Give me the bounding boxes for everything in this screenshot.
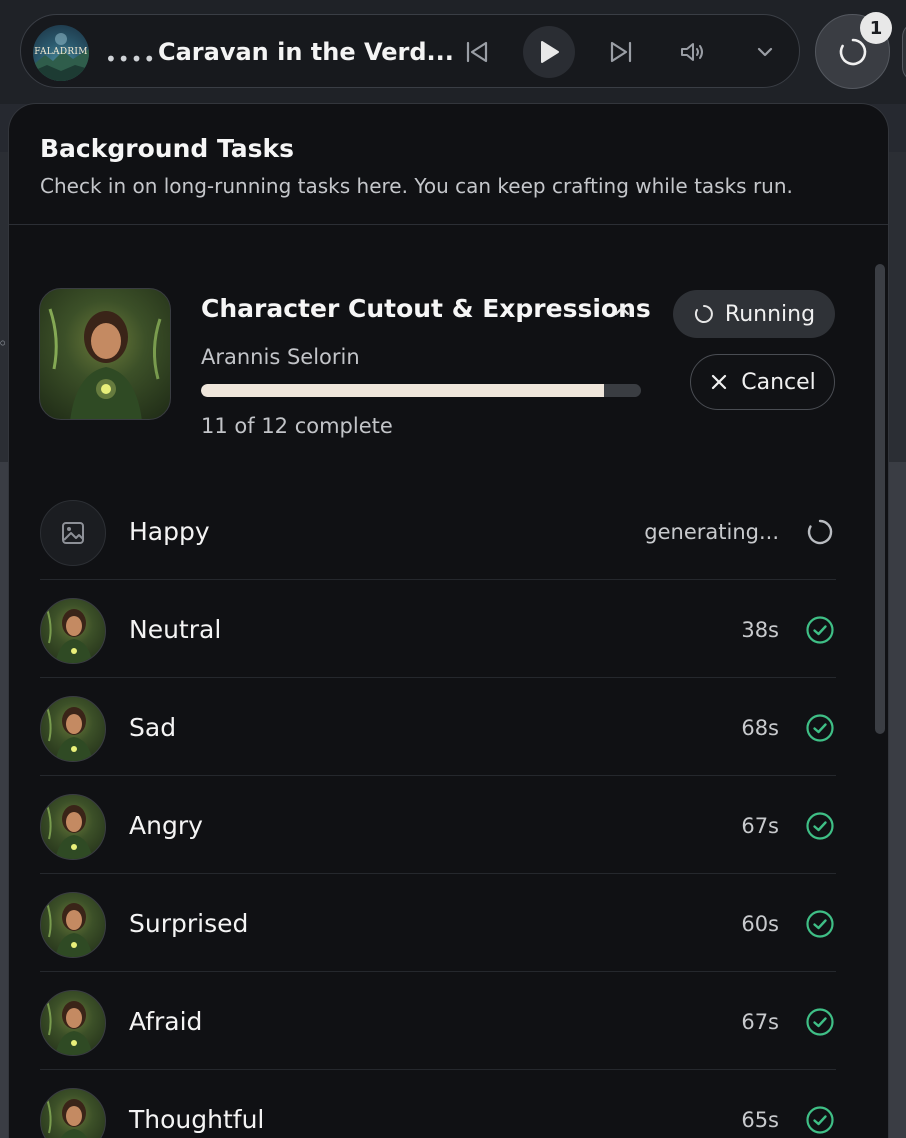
player-dropdown-button[interactable]: [739, 26, 791, 78]
close-icon: [712, 374, 727, 390]
tasks-count-badge: 1: [860, 12, 892, 44]
volume-icon: [681, 43, 703, 61]
cancel-task-button[interactable]: Cancel: [690, 354, 835, 410]
spinner-icon: [839, 38, 866, 65]
expression-name: Angry: [129, 811, 203, 840]
task-owner: Arannis Selorin: [201, 345, 360, 369]
expression-row[interactable]: Sad 68s: [40, 678, 836, 776]
expression-name: Afraid: [129, 1007, 203, 1036]
panel-scrollbar[interactable]: [875, 264, 885, 734]
check-circle-icon: [804, 1104, 836, 1136]
spinner-icon: [694, 305, 713, 323]
expression-name: Surprised: [129, 909, 249, 938]
expression-name: Sad: [129, 713, 177, 742]
background-tasks-panel: Background Tasks Check in on long-runnin…: [8, 103, 889, 1138]
check-circle-icon: [804, 1006, 836, 1038]
expression-name: Neutral: [129, 615, 222, 644]
expression-row[interactable]: Surprised 60s: [40, 874, 836, 972]
spinner-icon: [804, 516, 836, 548]
panel-header: Background Tasks Check in on long-runnin…: [9, 104, 888, 225]
expression-thumbnail: [40, 990, 106, 1056]
expression-duration: 65s: [741, 1108, 779, 1132]
background-glyph: ◦: [0, 334, 8, 353]
skip-forward-icon: [610, 41, 632, 63]
cancel-label: Cancel: [741, 369, 816, 395]
check-circle-icon: [804, 614, 836, 646]
expression-name: Happy: [129, 517, 210, 546]
music-player-bar: FALADRIM •••• Caravan in the Verd...: [20, 14, 800, 88]
image-icon: [62, 522, 84, 544]
expression-name: Thoughtful: [129, 1105, 265, 1134]
track-title[interactable]: Caravan in the Verd...: [158, 38, 454, 66]
panel-title: Background Tasks: [40, 134, 295, 163]
task-character-thumbnail: [39, 288, 171, 420]
expression-thumbnail: [40, 892, 106, 958]
collapse-task-button[interactable]: [611, 300, 633, 326]
panel-subtitle: Check in on long-running tasks here. You…: [40, 174, 793, 198]
expression-duration: 67s: [741, 1010, 779, 1034]
volume-button[interactable]: [667, 26, 719, 78]
expression-duration: 38s: [741, 618, 779, 642]
album-cover[interactable]: FALADRIM: [33, 25, 89, 81]
expression-thumbnail: [40, 598, 106, 664]
check-circle-icon: [804, 810, 836, 842]
chevron-up-icon: [614, 306, 630, 316]
expression-thumbnail: [40, 1088, 106, 1138]
expression-thumbnail: [40, 794, 106, 860]
task-progress-bar: [201, 384, 641, 397]
expression-placeholder-thumbnail: [40, 500, 106, 566]
chevron-down-icon: [757, 47, 773, 57]
task-status-label: Running: [724, 301, 816, 327]
task-progress-fill: [201, 384, 605, 397]
play-button[interactable]: [523, 26, 575, 78]
expression-row[interactable]: Afraid 67s: [40, 972, 836, 1070]
expression-status-text: generating...: [644, 520, 779, 544]
task-status-badge: Running: [673, 290, 835, 338]
task-title: Character Cutout & Expressions: [201, 294, 651, 323]
edge-button[interactable]: [902, 22, 906, 82]
next-track-button[interactable]: [595, 26, 647, 78]
expression-duration: 67s: [741, 814, 779, 838]
previous-track-button[interactable]: [451, 26, 503, 78]
expression-duration: 60s: [741, 912, 779, 936]
menu-dots[interactable]: ••••: [105, 49, 156, 69]
expressions-list: Happy generating... Neutral 38s Sad 68s Angry 6…: [40, 482, 836, 1138]
task-progress-count: 11 of 12 complete: [201, 414, 393, 438]
expression-row[interactable]: Angry 67s: [40, 776, 836, 874]
expression-row[interactable]: Happy generating...: [40, 482, 836, 580]
expression-duration: 68s: [741, 716, 779, 740]
check-circle-icon: [804, 712, 836, 744]
skip-back-icon: [466, 41, 488, 63]
play-icon: [541, 41, 559, 63]
album-cover-label: FALADRIM: [34, 47, 88, 57]
expression-row[interactable]: Thoughtful 65s: [40, 1070, 836, 1138]
check-circle-icon: [804, 908, 836, 940]
expression-thumbnail: [40, 696, 106, 762]
expression-row[interactable]: Neutral 38s: [40, 580, 836, 678]
